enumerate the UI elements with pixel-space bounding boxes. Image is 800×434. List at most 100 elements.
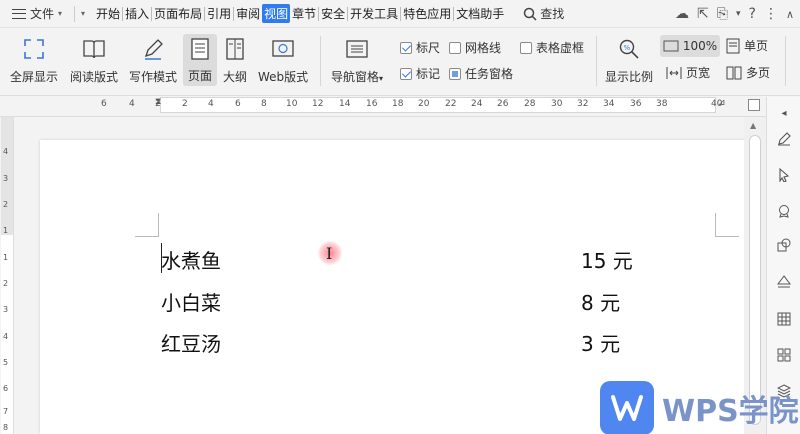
ruler-number: 38 [656, 99, 668, 109]
right-indent-marker-icon[interactable]: ⊿ [718, 98, 726, 108]
zoom-100-button[interactable]: 100% [660, 35, 720, 57]
more-options-icon[interactable]: ⋮ [764, 6, 778, 22]
table-border-label: 表格虚框 [536, 41, 585, 55]
ruler-number: 10 [286, 99, 298, 109]
outline-label: 大纲 [222, 70, 247, 84]
multi-page-button[interactable]: 多页 [726, 64, 770, 81]
tab-security[interactable]: 安全 [321, 4, 345, 23]
page-width-label: 页宽 [686, 66, 711, 80]
tab-home[interactable]: 开始 [96, 4, 120, 23]
indent-marker-icon[interactable]: ⧗ [155, 97, 161, 107]
navigation-pane-button[interactable]: 导航窗格▾ [331, 36, 383, 85]
table-border-checkbox[interactable]: 表格虚框 [520, 39, 584, 56]
tab-page-layout[interactable]: 页面布局 [154, 4, 202, 23]
tab-section[interactable]: 章节 [292, 4, 316, 23]
checkbox-unchecked-icon [449, 41, 461, 54]
tab-special[interactable]: 特色应用 [403, 4, 451, 23]
bookmark-icon[interactable]: ⎘ [717, 6, 728, 22]
tab-divider [400, 6, 402, 21]
scroll-up-icon[interactable]: ▲ [750, 121, 756, 130]
ruler-number: 4 [3, 147, 9, 156]
gridlines-checkbox[interactable]: 网格线 [449, 39, 501, 56]
dish-name[interactable]: 小白菜 [161, 287, 221, 316]
svg-text:%: % [624, 44, 631, 52]
tab-divider [122, 6, 124, 21]
page-view-button[interactable]: 页面 [183, 34, 217, 86]
file-menu[interactable]: 文件 ▾ [0, 0, 68, 28]
reading-layout-button[interactable]: 阅读版式 [70, 36, 118, 85]
ruler-number: 12 [312, 99, 324, 109]
ruler-number: 18 [392, 99, 404, 109]
dish-price[interactable]: 15 元 [581, 245, 633, 274]
quick-access-chevron-icon[interactable]: ▾ [81, 9, 85, 18]
ruler-number: 6 [3, 384, 9, 393]
zoom-box-icon [663, 40, 679, 52]
page-width-button[interactable]: 页宽 [666, 64, 710, 81]
checkbox-checked-icon [400, 67, 412, 80]
single-page-label: 单页 [744, 39, 769, 53]
search-button[interactable]: 查找 [523, 5, 564, 22]
horizontal-ruler[interactable]: 6 4 2 2 4 6 8 10 12 14 16 18 20 22 24 26… [0, 97, 766, 117]
ribbon-divider [596, 36, 597, 86]
tab-doc-assistant[interactable]: 文档助手 [456, 4, 504, 23]
chevron-down-icon: ▾ [379, 74, 384, 83]
ruler-number: 20 [418, 99, 430, 109]
margin-corner-mark [135, 213, 159, 237]
share-icon[interactable]: ⇱ [697, 6, 709, 22]
tab-view[interactable]: 视图 [262, 4, 291, 23]
book-icon [81, 36, 107, 62]
checkbox-unchecked-icon [520, 41, 532, 54]
ruler-toggle-icon[interactable] [748, 99, 760, 111]
help-icon[interactable]: ? [749, 6, 756, 22]
edit-pen-icon[interactable] [776, 131, 792, 147]
task-pane-label: 任务窗格 [465, 67, 514, 81]
style-badge-icon[interactable] [776, 203, 792, 219]
tab-divider [151, 6, 153, 21]
ruler-number: 1 [3, 253, 9, 262]
dish-name[interactable]: 水煮鱼 [161, 245, 221, 274]
web-layout-button[interactable]: Web版式 [258, 36, 308, 85]
page-view-label: 页面 [187, 69, 212, 83]
collapse-ribbon-icon[interactable]: ∧ [786, 8, 794, 21]
checkbox-partial-icon [449, 67, 461, 80]
dish-price[interactable]: 3 元 [581, 328, 620, 357]
hamburger-icon [12, 8, 26, 19]
dish-name[interactable]: 红豆汤 [161, 328, 221, 357]
task-pane-checkbox[interactable]: 任务窗格 [449, 65, 513, 82]
ruler-checkbox[interactable]: 标尺 [400, 39, 440, 56]
ruler-number: 2 [3, 200, 9, 209]
tab-developer[interactable]: 开发工具 [350, 4, 398, 23]
ruler-number: 34 [603, 99, 615, 109]
tab-insert[interactable]: 插入 [125, 4, 149, 23]
writing-mode-button[interactable]: 写作模式 [129, 36, 177, 85]
ruler-number: 7 [3, 407, 9, 416]
single-page-button[interactable]: 单页 [726, 37, 768, 54]
fullscreen-button[interactable]: 全屏显示 [10, 36, 58, 85]
ruler-number: 6 [235, 99, 241, 109]
navigation-pane-label: 导航窗格▾ [331, 68, 383, 85]
tab-references[interactable]: 引用 [207, 4, 231, 23]
panel-collapse-icon[interactable]: ◂ [776, 105, 792, 121]
ruler-number: 2 [182, 99, 188, 109]
more-chevron-icon[interactable]: ▾ [736, 9, 741, 19]
ruler-number: 32 [577, 99, 589, 109]
tab-review[interactable]: 审阅 [236, 4, 260, 23]
page-icon [187, 36, 213, 62]
vertical-ruler[interactable]: 4 3 2 1 1 2 3 4 5 6 7 8 [0, 117, 14, 434]
table-icon[interactable] [776, 311, 792, 327]
dish-price[interactable]: 8 元 [581, 287, 620, 316]
outline-button[interactable]: 大纲 [222, 36, 248, 85]
ruler-number: 22 [445, 99, 457, 109]
mark-checkbox[interactable]: 标记 [400, 65, 440, 82]
ruler-number: 2 [3, 279, 9, 288]
zoom-ratio-button[interactable]: % 显示比例 [605, 36, 653, 85]
chevron-down-icon: ▾ [58, 9, 63, 18]
apps-grid-icon[interactable] [776, 347, 792, 363]
fill-bucket-icon[interactable] [776, 274, 792, 290]
cloud-sync-icon[interactable]: ☁ [675, 6, 689, 22]
select-pointer-icon[interactable] [776, 167, 792, 183]
pen-icon [140, 36, 166, 62]
shapes-icon[interactable] [776, 237, 792, 253]
navigation-pane-icon [344, 36, 370, 62]
page-width-icon [666, 66, 682, 79]
